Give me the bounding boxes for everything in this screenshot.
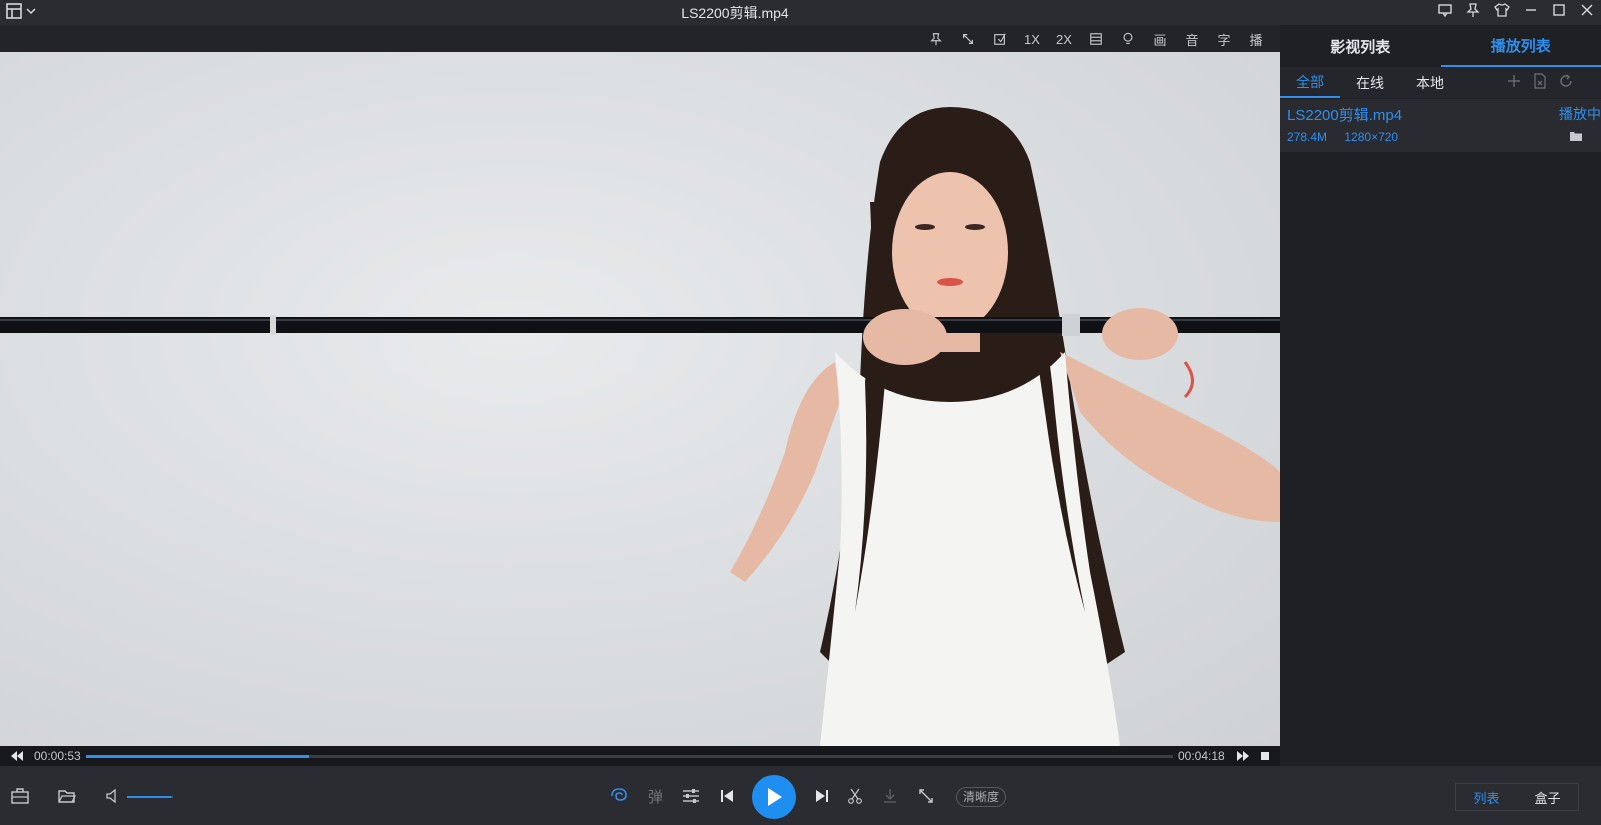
seek-progress	[86, 755, 309, 758]
playlist-item[interactable]: LS2200剪辑.mp4 播放中 278.4M 1280×720	[1280, 99, 1601, 152]
maximize-icon[interactable]	[1551, 2, 1567, 18]
fullscreen-toggle-icon[interactable]	[952, 29, 984, 49]
expand-icon[interactable]	[918, 788, 934, 804]
play-options-button[interactable]: 播	[1240, 29, 1272, 49]
video-frame[interactable]	[0, 52, 1280, 746]
window-controls	[1437, 2, 1595, 18]
stop-icon[interactable]	[1260, 751, 1270, 761]
volume-level	[127, 796, 171, 798]
view-switch: 列表 盒子	[1455, 783, 1579, 811]
playlist-item-resolution: 1280×720	[1344, 130, 1399, 144]
equalizer-settings-icon[interactable]	[682, 788, 700, 804]
delete-file-icon[interactable]	[1533, 73, 1547, 89]
open-location-icon[interactable]	[1569, 130, 1583, 142]
tab-playlist[interactable]: 播放列表	[1440, 25, 1601, 67]
danmaku-button[interactable]: 弹	[648, 786, 663, 807]
volume-icon[interactable]	[105, 788, 121, 804]
playlist-item-status: 播放中	[1559, 106, 1601, 122]
play-icon	[765, 787, 783, 807]
speed-2x-button[interactable]: 2X	[1048, 29, 1080, 49]
mini-mode-icon[interactable]	[984, 29, 1016, 49]
volume-slider[interactable]	[127, 796, 173, 798]
refresh-icon[interactable]	[1559, 73, 1573, 89]
skin-shirt-icon[interactable]	[1493, 2, 1511, 18]
control-bar: 弹 清晰度 列表 盒子	[0, 766, 1601, 825]
playlist-item-meta: 278.4M 1280×720	[1287, 130, 1412, 144]
list-view-button[interactable]: 列表	[1456, 784, 1517, 810]
current-time: 00:00:53	[34, 749, 81, 763]
pin-on-top-icon[interactable]	[920, 29, 952, 49]
lightbulb-icon[interactable]	[1112, 29, 1144, 49]
rewind-icon[interactable]	[10, 750, 24, 762]
eye-protect-icon[interactable]	[609, 786, 629, 804]
pin-icon[interactable]	[1465, 2, 1481, 18]
filter-all[interactable]: 全部	[1280, 67, 1340, 98]
seek-bar: 00:00:53 00:04:18	[0, 746, 1280, 766]
window-title: LS2200剪辑.mp4	[681, 5, 789, 21]
message-icon[interactable]	[1437, 2, 1453, 18]
side-panel: 影视列表 播放列表 全部 在线 本地 LS2200剪辑.mp4 播放中 278.…	[1280, 25, 1601, 766]
side-panel-tabs: 影视列表 播放列表	[1280, 25, 1601, 67]
playlist-filter-bar: 全部 在线 本地	[1280, 67, 1601, 98]
speed-1x-button[interactable]: 1X	[1016, 29, 1048, 49]
title-bar: LS2200剪辑.mp4	[0, 0, 1601, 25]
fast-forward-icon[interactable]	[1236, 750, 1250, 762]
box-view-button[interactable]: 盒子	[1517, 784, 1578, 810]
quality-button[interactable]: 清晰度	[956, 787, 1007, 807]
aspect-ratio-icon[interactable]	[1080, 29, 1112, 49]
open-folder-icon[interactable]	[58, 788, 76, 804]
tab-video-list[interactable]: 影视列表	[1280, 25, 1441, 67]
add-icon[interactable]	[1507, 73, 1521, 89]
previous-icon[interactable]	[720, 789, 734, 803]
playlist-item-name: LS2200剪辑.mp4	[1287, 107, 1403, 124]
filter-local[interactable]: 本地	[1400, 67, 1460, 98]
audio-button[interactable]: 音	[1176, 29, 1208, 49]
picture-button[interactable]: 画	[1144, 29, 1176, 49]
player-toolbar: 1X 2X 画 音 字 播	[0, 25, 1280, 52]
toolbox-icon[interactable]	[11, 788, 29, 804]
minimize-icon[interactable]	[1523, 2, 1539, 18]
subtitle-button[interactable]: 字	[1208, 29, 1240, 49]
playlist-item-size: 278.4M	[1287, 130, 1328, 144]
scissors-icon[interactable]	[847, 788, 863, 804]
seek-track[interactable]	[86, 755, 1173, 758]
total-time: 00:04:18	[1178, 749, 1225, 763]
filter-online[interactable]: 在线	[1340, 67, 1400, 98]
download-icon[interactable]	[882, 788, 898, 804]
play-button[interactable]	[752, 775, 796, 819]
close-icon[interactable]	[1579, 2, 1595, 18]
next-icon[interactable]	[815, 789, 829, 803]
video-picture	[0, 107, 1280, 746]
